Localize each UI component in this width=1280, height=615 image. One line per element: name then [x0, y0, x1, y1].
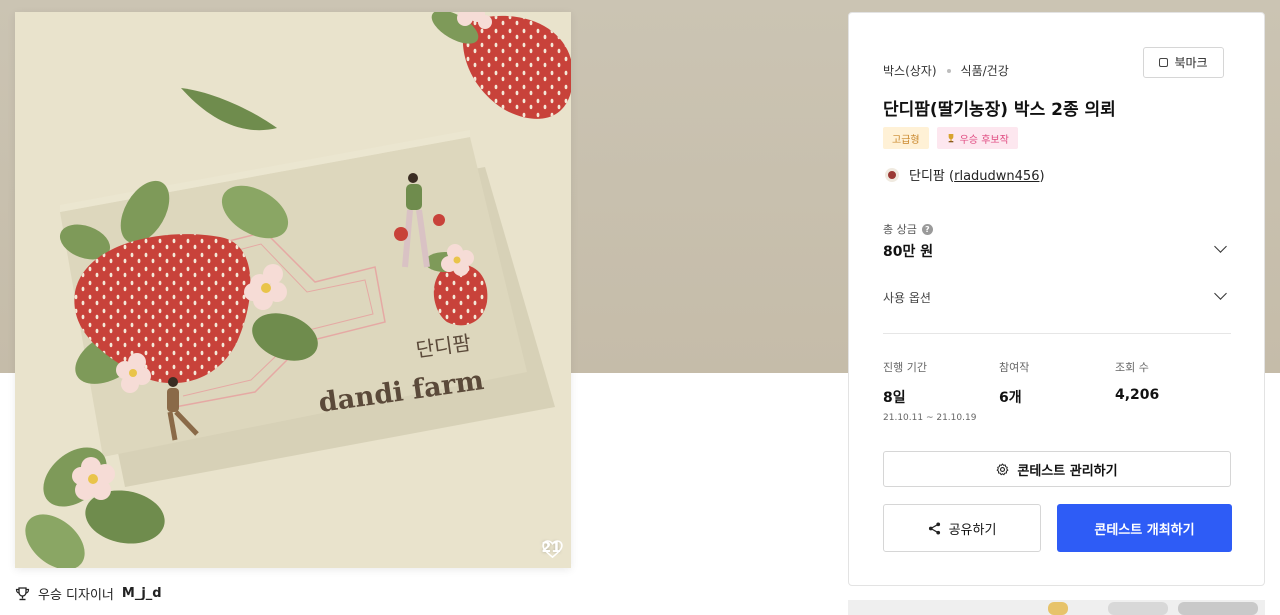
heart-icon [541, 540, 563, 558]
breadcrumb-category[interactable]: 박스(상자) [883, 62, 937, 79]
entries-value: 6개 [999, 390, 1022, 406]
owner-id[interactable]: rladudwn456 [954, 169, 1039, 184]
prize-expand-chevron-icon[interactable] [1214, 240, 1227, 253]
help-icon[interactable]: ? [921, 223, 933, 235]
usage-options-label[interactable]: 사용 옵션 [883, 289, 931, 306]
host-contest-label: 콘테스트 개최하기 [1094, 522, 1195, 538]
views-value: 4,206 [1115, 387, 1160, 403]
owner-avatar [885, 167, 899, 182]
stat-period: 진행 기간 8일 21.10.11 ~ 21.10.19 [883, 359, 976, 423]
contest-title: 단디팜(딸기농장) 박스 2종 의뢰 [883, 100, 1116, 120]
views-label: 조회 수 [1115, 361, 1149, 374]
bookmark-button[interactable]: 북마크 [1143, 47, 1224, 78]
stat-entries: 참여작 6개 [999, 359, 1029, 407]
gear-icon [997, 462, 1009, 475]
bookmark-icon [1159, 58, 1169, 67]
stat-views: 조회 수 4,206 [1115, 359, 1159, 403]
divider [883, 333, 1231, 334]
preview-thumbnail [1048, 602, 1068, 615]
share-button[interactable]: 공유하기 [883, 504, 1041, 552]
entries-label: 참여작 [999, 361, 1030, 374]
breadcrumb-separator [946, 68, 951, 73]
designer-name[interactable]: M_j_d [122, 586, 162, 601]
designer-prefix: 우승 디자이너 [38, 588, 114, 603]
period-range: 21.10.11 ~ 21.10.19 [883, 413, 977, 423]
period-value: 8일 [883, 390, 906, 406]
contest-badges: 고급형 우승 후보작 [883, 127, 1018, 149]
preview-thumbnail [1108, 602, 1168, 615]
manage-contest-label: 콘테스트 관리하기 [1017, 463, 1118, 479]
grade-badge: 고급형 [883, 127, 929, 149]
share-label: 공유하기 [948, 522, 997, 538]
total-prize-label: 총 상금 ? [883, 221, 933, 237]
manage-contest-button[interactable]: 콘테스트 관리하기 [883, 451, 1231, 487]
trophy-icon [15, 586, 30, 600]
trophy-icon [948, 134, 953, 143]
strawberry-box-illustration: 단디팜 dandi farm [25, 12, 571, 568]
like-counter[interactable]: 21 [541, 540, 563, 558]
next-card-preview [848, 600, 1265, 615]
share-icon [928, 521, 940, 535]
owner-name: 단디팜 [909, 169, 945, 184]
contest-artwork-image[interactable]: 단디팜 dandi farm 21 [15, 12, 571, 568]
award-badge-label: 우승 후보작 [959, 134, 1009, 146]
total-prize-label-text: 총 상금 [883, 223, 917, 236]
breadcrumb: 박스(상자) 식품/건강 [883, 62, 1009, 79]
contest-info-panel: 박스(상자) 식품/건강 북마크 단디팜(딸기농장) 박스 2종 의뢰 고급형 … [848, 12, 1265, 586]
usage-expand-chevron-icon[interactable] [1214, 287, 1227, 300]
preview-thumbnail [1178, 602, 1258, 615]
bookmark-label: 북마크 [1174, 56, 1208, 70]
period-label: 진행 기간 [883, 361, 927, 374]
award-badge: 우승 후보작 [936, 127, 1018, 149]
breadcrumb-subcategory[interactable]: 식품/건강 [961, 62, 1009, 79]
winning-designer: 우승 디자이너 M_j_d [15, 584, 162, 603]
host-contest-button[interactable]: 콘테스트 개최하기 [1057, 504, 1232, 552]
total-prize-value: 80만 원 [883, 244, 934, 260]
contest-owner[interactable]: 단디팜 (rladudwn456) [885, 165, 1045, 184]
